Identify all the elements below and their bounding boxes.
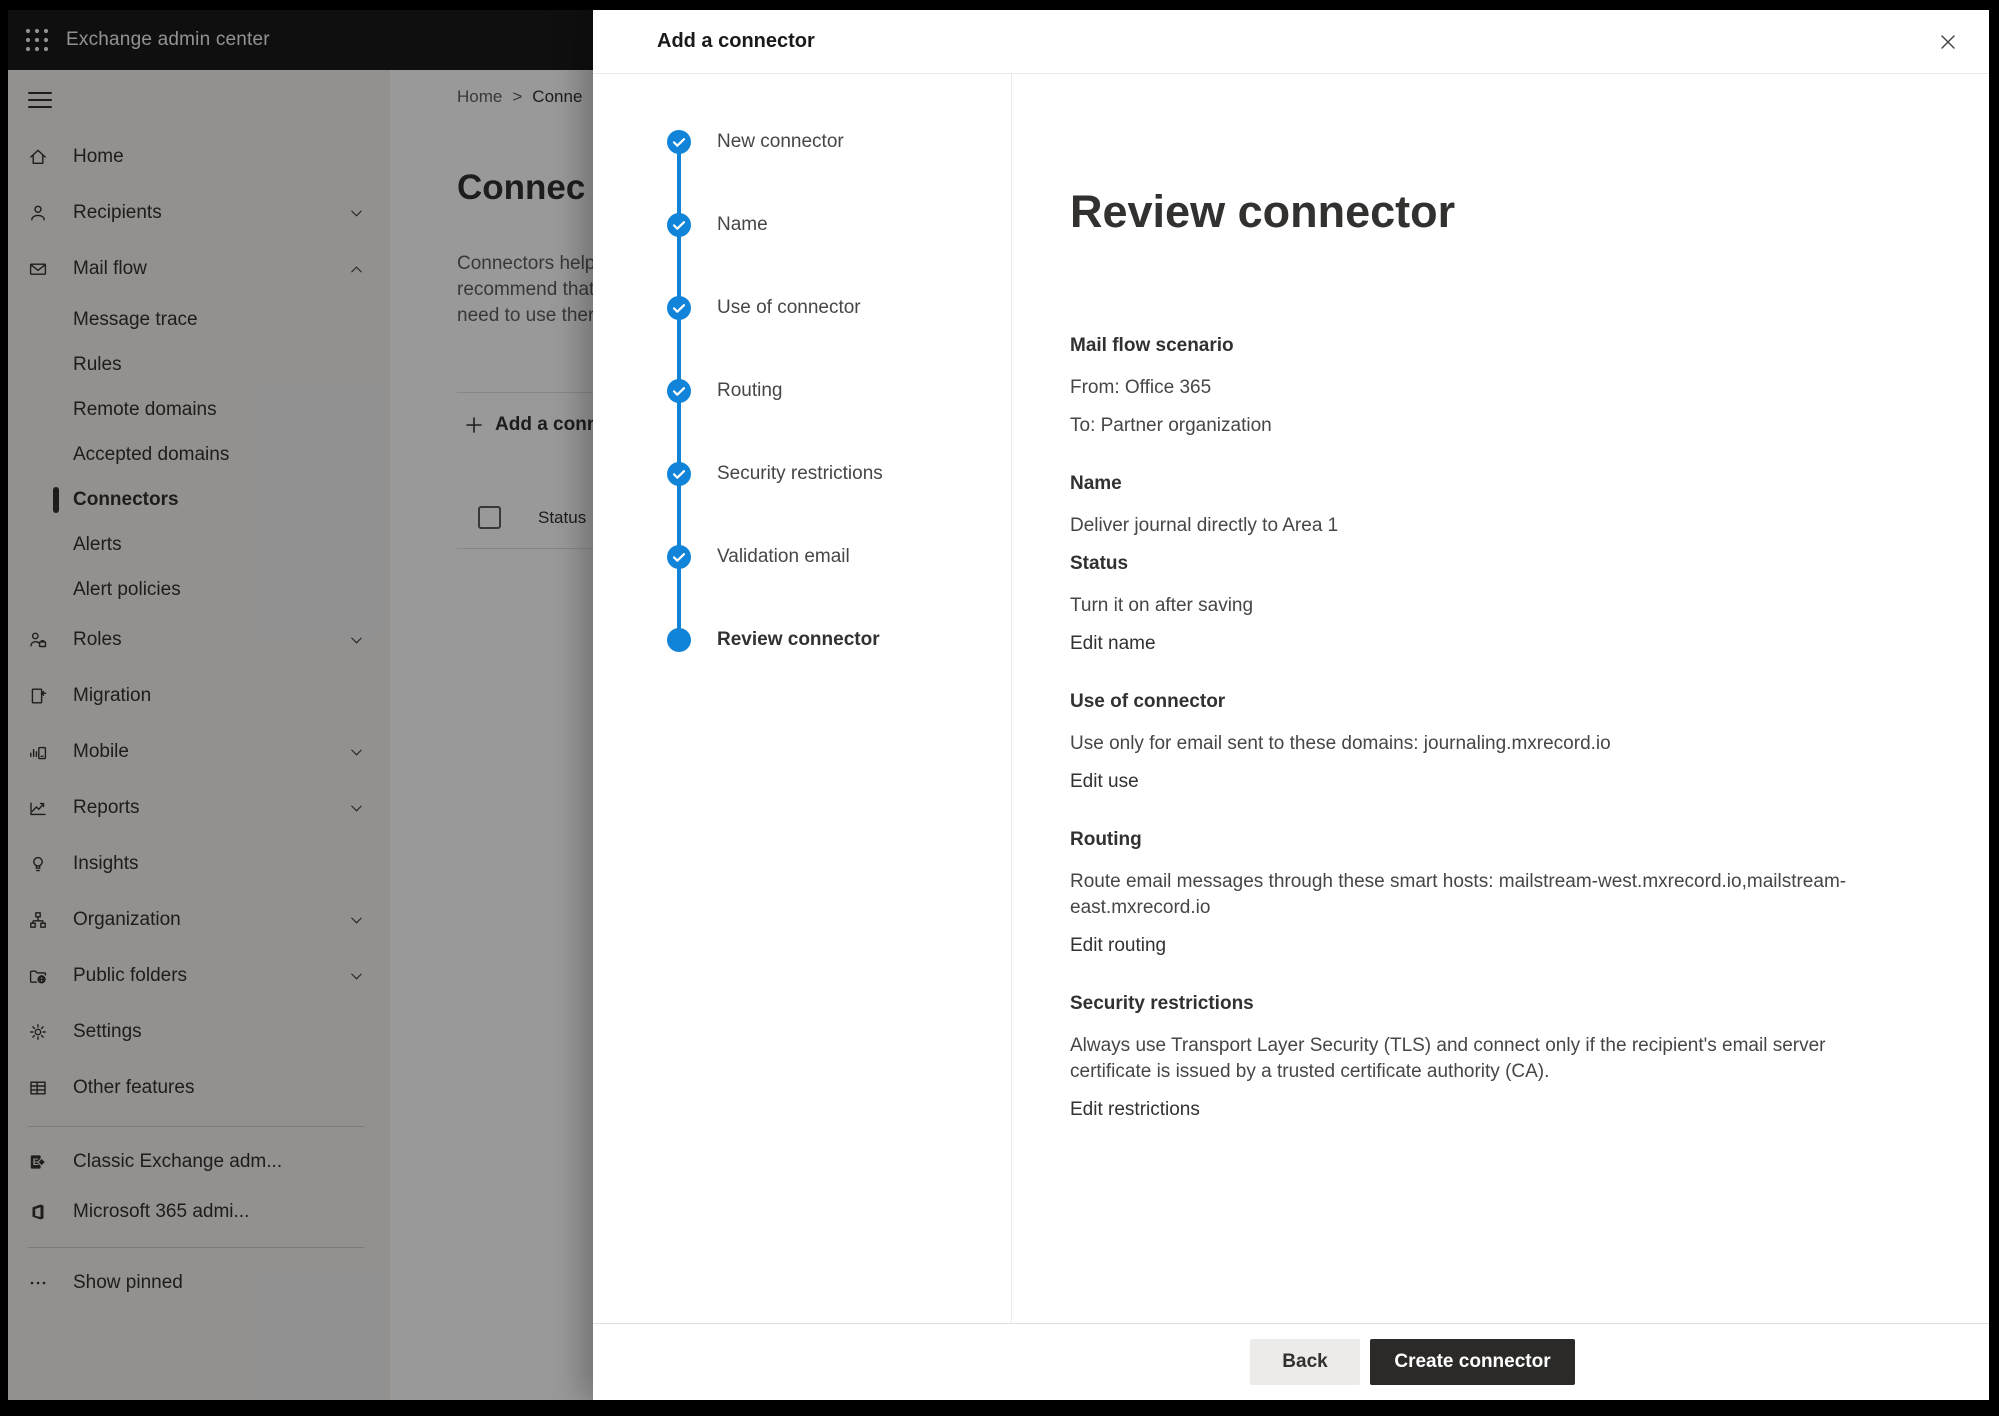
app-window: Exchange admin center HomeRecipientsMail… xyxy=(8,10,1989,1400)
section-value: To: Partner organization xyxy=(1070,413,1912,439)
review-section-use-of-connector: Use of connector Use only for email sent … xyxy=(1070,689,1912,795)
wizard-step-label: New connector xyxy=(717,131,844,153)
section-heading: Routing xyxy=(1070,827,1912,853)
step-complete-icon xyxy=(667,130,691,154)
wizard-step-label: Name xyxy=(717,214,768,236)
modal-header: Add a connector xyxy=(593,10,1989,74)
wizard-step-label: Validation email xyxy=(717,546,850,568)
wizard-step-label: Security restrictions xyxy=(717,463,883,485)
edit-routing-link[interactable]: Edit routing xyxy=(1070,933,1166,959)
step-complete-icon xyxy=(667,296,691,320)
section-heading: Mail flow scenario xyxy=(1070,333,1912,359)
review-section-routing: Routing Route email messages through thes… xyxy=(1070,827,1912,959)
wizard-step-validation-email[interactable]: Validation email xyxy=(667,545,850,569)
wizard-step-label: Routing xyxy=(717,380,783,402)
wizard-step-name[interactable]: Name xyxy=(667,213,768,237)
edit-restrictions-link[interactable]: Edit restrictions xyxy=(1070,1097,1200,1123)
section-heading: Status xyxy=(1070,551,1912,577)
review-title: Review connector xyxy=(1070,185,1919,239)
section-value: From: Office 365 xyxy=(1070,375,1912,401)
step-complete-icon xyxy=(667,213,691,237)
section-value: Use only for email sent to these domains… xyxy=(1070,731,1912,757)
wizard-step-routing[interactable]: Routing xyxy=(667,379,783,403)
step-complete-icon xyxy=(667,379,691,403)
add-connector-modal: Add a connector New connector Name Use of … xyxy=(593,10,1989,1400)
modal-title: Add a connector xyxy=(657,30,815,53)
section-heading: Use of connector xyxy=(1070,689,1912,715)
create-connector-button[interactable]: Create connector xyxy=(1370,1339,1575,1385)
wizard-step-new-connector[interactable]: New connector xyxy=(667,130,844,154)
wizard-step-security-restrictions[interactable]: Security restrictions xyxy=(667,462,883,486)
review-section-mail-flow-scenario: Mail flow scenario From: Office 365 To: Pa… xyxy=(1070,333,1912,439)
section-value: Turn it on after saving xyxy=(1070,593,1912,619)
wizard-step-use-of-connector[interactable]: Use of connector xyxy=(667,296,861,320)
edit-name-link[interactable]: Edit name xyxy=(1070,631,1156,657)
edit-use-link[interactable]: Edit use xyxy=(1070,769,1139,795)
wizard-step-label: Use of connector xyxy=(717,297,861,319)
wizard-step-review-connector[interactable]: Review connector xyxy=(667,628,880,652)
step-current-icon xyxy=(667,628,691,652)
review-panel: Review connector Mail flow scenario From:… xyxy=(1012,74,1989,1323)
modal-body: New connector Name Use of connector Routing… xyxy=(593,74,1989,1323)
section-heading: Security restrictions xyxy=(1070,991,1912,1017)
section-heading: Name xyxy=(1070,471,1912,497)
close-icon[interactable] xyxy=(1929,23,1967,61)
modal-footer: Back Create connector xyxy=(593,1323,1989,1400)
review-section-name-status: Name Deliver journal directly to Area 1 St… xyxy=(1070,471,1912,657)
review-section-security-restrictions: Security restrictions Always use Transpor… xyxy=(1070,991,1912,1123)
step-complete-icon xyxy=(667,462,691,486)
section-value: Deliver journal directly to Area 1 xyxy=(1070,513,1912,539)
wizard-steps-panel: New connector Name Use of connector Routing… xyxy=(593,74,1012,1323)
back-button[interactable]: Back xyxy=(1250,1339,1360,1385)
wizard-step-label: Review connector xyxy=(717,629,880,651)
section-value: Always use Transport Layer Security (TLS… xyxy=(1070,1033,1912,1085)
section-value: Route email messages through these smart… xyxy=(1070,869,1912,921)
step-complete-icon xyxy=(667,545,691,569)
